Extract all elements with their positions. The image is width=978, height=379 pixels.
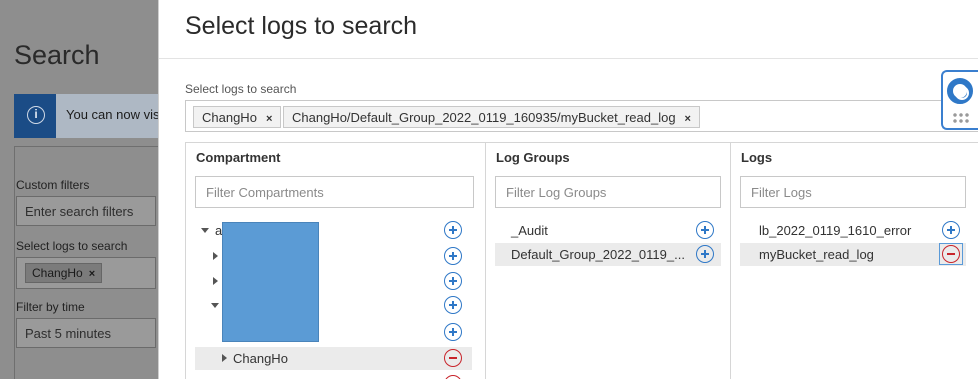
custom-filters-label: Custom filters [16,178,90,192]
background-page: Search i You can now vis Custom filters … [0,0,160,379]
info-icon: i [27,106,45,124]
filter-logs-input[interactable]: Filter Logs [740,176,966,208]
add-circle-icon[interactable] [444,272,462,290]
collapse-caret-icon[interactable] [211,303,219,308]
selected-log-chip: ChangHo × [25,263,103,283]
log-group-label: _Audit [511,223,548,238]
selected-chip-mybucket-read-log: ChangHo/Default_Group_2022_0119_160935/m… [283,106,700,128]
banner-text: You can now vis [66,107,160,122]
compartment-item-changho[interactable]: ChangHo [195,347,472,370]
add-circle-icon[interactable] [444,247,462,265]
expand-caret-icon[interactable] [222,354,227,362]
remove-circle-icon[interactable] [942,245,960,263]
expand-caret-icon[interactable] [213,277,218,285]
log-label: myBucket_read_log [759,247,874,262]
info-banner: i You can now vis [14,94,160,138]
log-groups-header: Log Groups [496,150,570,165]
grid-dots-icon[interactable] [952,112,970,124]
log-label: lb_2022_0119_1610_error [759,223,912,238]
lifebuoy-icon[interactable] [947,78,973,104]
remove-circle-icon[interactable] [444,349,462,367]
compartment-item[interactable] [195,373,474,379]
redaction-block [222,222,319,342]
filter-time-label: Filter by time [16,300,85,314]
add-circle-icon[interactable] [444,296,462,314]
log-item-lb-error[interactable]: lb_2022_0119_1610_error [740,219,966,242]
log-group-label: Default_Group_2022_0119_... [511,247,685,262]
add-circle-icon[interactable] [696,221,714,239]
log-groups-column: Log Groups Filter Log Groups _Audit Defa… [485,143,730,379]
chip-remove-icon[interactable]: × [266,113,272,125]
add-circle-icon[interactable] [444,221,462,239]
add-circle-icon[interactable] [696,245,714,263]
chip-label: ChangHo [32,266,83,280]
chip-label: ChangHo/Default_Group_2022_0119_160935/m… [292,110,676,125]
modal-divider [159,58,978,59]
log-group-item-audit[interactable]: _Audit [495,219,721,242]
select-logs-field[interactable]: ChangHo × [16,257,156,289]
remove-circle-icon[interactable] [444,375,462,379]
chip-remove-icon[interactable]: × [685,113,691,125]
collapse-caret-icon[interactable] [201,228,209,233]
add-circle-icon[interactable] [942,221,960,239]
expand-caret-icon[interactable] [213,252,218,260]
logs-header: Logs [741,150,773,165]
chip-label: ChangHo [202,110,257,125]
modal-title: Select logs to search [185,12,418,40]
log-item-mybucket-read-log[interactable]: myBucket_read_log [740,243,966,266]
filter-log-groups-input[interactable]: Filter Log Groups [495,176,721,208]
filter-time-select[interactable]: Past 5 minutes [16,318,156,348]
logs-column: Logs Filter Logs lb_2022_0119_1610_error… [730,143,978,379]
selector-label: Select logs to search [185,82,297,96]
compartment-header: Compartment [196,150,281,165]
custom-filters-input[interactable]: Enter search filters [16,196,156,226]
selected-chip-changho: ChangHo × [193,106,282,128]
page-title: Search [14,40,100,70]
select-logs-label: Select logs to search [16,239,128,253]
compartment-label: ChangHo [233,351,288,366]
selected-logs-field[interactable]: ChangHo × ChangHo/Default_Group_2022_0119… [185,100,978,132]
chip-remove-icon[interactable]: × [89,268,95,280]
add-circle-icon[interactable] [444,323,462,341]
log-group-item-default-group[interactable]: Default_Group_2022_0119_... [495,243,721,266]
help-widget[interactable] [941,70,978,130]
filter-compartments-input[interactable]: Filter Compartments [195,176,474,208]
